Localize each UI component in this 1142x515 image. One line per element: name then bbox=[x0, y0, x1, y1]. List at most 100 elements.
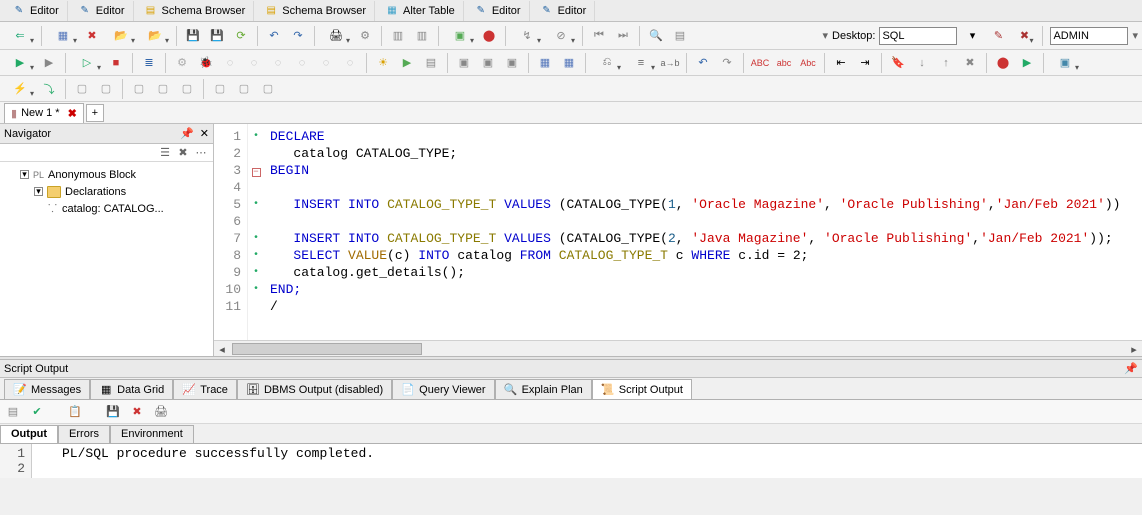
stop-button[interactable]: ■ bbox=[105, 52, 127, 74]
tab-alter-table[interactable]: ▦Alter Table bbox=[377, 1, 464, 21]
tab-trace[interactable]: 📈Trace bbox=[173, 379, 237, 399]
aux-1[interactable]: ⚡▾ bbox=[4, 78, 36, 100]
undo-button[interactable]: ↶ bbox=[263, 25, 285, 47]
execute-button[interactable]: ▶▾ bbox=[4, 52, 36, 74]
tbr2-7[interactable]: ▦ bbox=[534, 52, 556, 74]
code-editor[interactable]: 1234567891011 • − • •••• DECLARE catalog… bbox=[214, 124, 1142, 356]
dim-8[interactable]: ◌ bbox=[339, 52, 361, 74]
tbr2-4[interactable]: ▣ bbox=[453, 52, 475, 74]
nav-btn-3[interactable]: ⋯ bbox=[193, 146, 209, 160]
ot-save[interactable]: 💾 bbox=[104, 403, 122, 421]
ot-clear[interactable]: ✖ bbox=[128, 403, 146, 421]
tb-4[interactable]: ⬤ bbox=[478, 25, 500, 47]
bug-button[interactable]: 🐞 bbox=[195, 52, 217, 74]
bookmark-next-button[interactable]: ↓ bbox=[911, 52, 933, 74]
aux-6[interactable]: ▢ bbox=[152, 78, 174, 100]
tbr2-9[interactable]: ⎌▾ bbox=[591, 52, 623, 74]
find-button[interactable]: 🔍 bbox=[645, 25, 667, 47]
desktop-opt3[interactable]: ✖▾ bbox=[1013, 25, 1035, 47]
horizontal-scrollbar[interactable]: ◂ ▸ bbox=[214, 340, 1142, 356]
bookmark-button[interactable]: 🔖 bbox=[887, 52, 909, 74]
nav-btn-2[interactable]: ✖ bbox=[175, 146, 191, 160]
fold-icon[interactable]: − bbox=[252, 168, 261, 177]
dim-5[interactable]: ◌ bbox=[267, 52, 289, 74]
uppercase-button[interactable]: ABC bbox=[749, 52, 771, 74]
nav-btn-1[interactable]: ☰ bbox=[157, 146, 173, 160]
close-icon[interactable]: ✕ bbox=[200, 127, 209, 140]
format-button[interactable]: ≣ bbox=[138, 52, 160, 74]
tbr2-11[interactable]: a→b bbox=[659, 52, 681, 74]
tbr2-10[interactable]: ≡▾ bbox=[625, 52, 657, 74]
options-button[interactable]: ⚙ bbox=[354, 25, 376, 47]
tb-5[interactable]: ↯▾ bbox=[511, 25, 543, 47]
user-drop-icon[interactable]: ▾ bbox=[1132, 29, 1138, 42]
doc-tab-new1[interactable]: ▮ New 1 * ✖ bbox=[4, 103, 84, 123]
aux-9[interactable]: ▢ bbox=[233, 78, 255, 100]
save-all-button[interactable]: 💾 bbox=[206, 25, 228, 47]
tbr2-last[interactable]: ▣▾ bbox=[1049, 52, 1081, 74]
close-icon[interactable]: ✖ bbox=[68, 107, 77, 120]
dim-7[interactable]: ◌ bbox=[315, 52, 337, 74]
tbr2-5[interactable]: ▣ bbox=[477, 52, 499, 74]
tb-3[interactable]: ▣▾ bbox=[444, 25, 476, 47]
execute-script-button[interactable]: ▶ bbox=[38, 52, 60, 74]
tab-explain-plan[interactable]: 🔍Explain Plan bbox=[495, 379, 592, 399]
bookmark-clear-button[interactable]: ✖ bbox=[959, 52, 981, 74]
aux-5[interactable]: ▢ bbox=[128, 78, 150, 100]
rec-play-button[interactable]: ▶ bbox=[1016, 52, 1038, 74]
initcap-button[interactable]: Abc bbox=[797, 52, 819, 74]
scroll-left-icon[interactable]: ◂ bbox=[214, 341, 230, 357]
drop-icon[interactable]: ▾ bbox=[823, 29, 829, 42]
aux-8[interactable]: ▢ bbox=[209, 78, 231, 100]
first-button[interactable]: ⏮ bbox=[588, 25, 610, 47]
open-recent-button[interactable]: 📂▾ bbox=[139, 25, 171, 47]
open-button[interactable]: 📂▾ bbox=[105, 25, 137, 47]
redo-button[interactable]: ↷ bbox=[287, 25, 309, 47]
tb-6[interactable]: ⊘▾ bbox=[545, 25, 577, 47]
dim-4[interactable]: ◌ bbox=[243, 52, 265, 74]
tree-declarations[interactable]: ▾ Declarations bbox=[34, 183, 207, 200]
tbr2-undo[interactable]: ↶ bbox=[692, 52, 714, 74]
lowercase-button[interactable]: abc bbox=[773, 52, 795, 74]
tab-editor-2[interactable]: ✎Editor bbox=[70, 1, 134, 21]
dim-3[interactable]: ◌ bbox=[219, 52, 241, 74]
tb-2[interactable]: ▥ bbox=[411, 25, 433, 47]
bookmark-prev-button[interactable]: ↑ bbox=[935, 52, 957, 74]
aux-4[interactable]: ▢ bbox=[95, 78, 117, 100]
sql-recall-button[interactable]: ▦▾ bbox=[47, 25, 79, 47]
tab-schema-2[interactable]: ▤Schema Browser bbox=[256, 1, 375, 21]
code-lines[interactable]: DECLARE catalog CATALOG_TYPE; BEGIN INSE… bbox=[264, 124, 1142, 340]
tab-editor-4[interactable]: ✎Editor bbox=[532, 1, 596, 21]
aux-10[interactable]: ▢ bbox=[257, 78, 279, 100]
tab-script-output[interactable]: 📜Script Output bbox=[592, 379, 692, 399]
desktop-opt2[interactable]: ✎ bbox=[987, 25, 1009, 47]
back-button[interactable]: ⇐▾ bbox=[4, 25, 36, 47]
desktop-input[interactable] bbox=[879, 27, 957, 45]
scroll-right-icon[interactable]: ▸ bbox=[1126, 341, 1142, 357]
tbr2-6[interactable]: ▣ bbox=[501, 52, 523, 74]
ot-toggle[interactable]: ▤ bbox=[4, 403, 22, 421]
tbr2-2[interactable]: ▶ bbox=[396, 52, 418, 74]
tab-query-viewer[interactable]: 📄Query Viewer bbox=[392, 379, 494, 399]
delete-script-button[interactable]: ✖ bbox=[81, 25, 103, 47]
tb-1[interactable]: ▥ bbox=[387, 25, 409, 47]
tbr2-8[interactable]: ▦ bbox=[558, 52, 580, 74]
save-button[interactable]: 💾 bbox=[182, 25, 204, 47]
aux-3[interactable]: ▢ bbox=[71, 78, 93, 100]
subtab-output[interactable]: Output bbox=[0, 425, 58, 443]
scroll-thumb[interactable] bbox=[232, 343, 422, 355]
collapse-icon[interactable]: ▾ bbox=[34, 187, 43, 196]
rec-stop-button[interactable]: ⬤ bbox=[992, 52, 1014, 74]
indent-button[interactable]: ⇥ bbox=[854, 52, 876, 74]
print-button[interactable]: 🖨▾ bbox=[320, 25, 352, 47]
tbr2-3[interactable]: ▤ bbox=[420, 52, 442, 74]
dim-1[interactable]: ⚙ bbox=[171, 52, 193, 74]
subtab-errors[interactable]: Errors bbox=[58, 425, 110, 443]
tab-messages[interactable]: 📝Messages bbox=[4, 379, 90, 399]
aux-7[interactable]: ▢ bbox=[176, 78, 198, 100]
tb-9[interactable]: ▤ bbox=[669, 25, 691, 47]
subtab-environment[interactable]: Environment bbox=[110, 425, 194, 443]
user-select[interactable] bbox=[1050, 27, 1128, 45]
tab-schema-1[interactable]: ▤Schema Browser bbox=[136, 1, 255, 21]
dim-6[interactable]: ◌ bbox=[291, 52, 313, 74]
